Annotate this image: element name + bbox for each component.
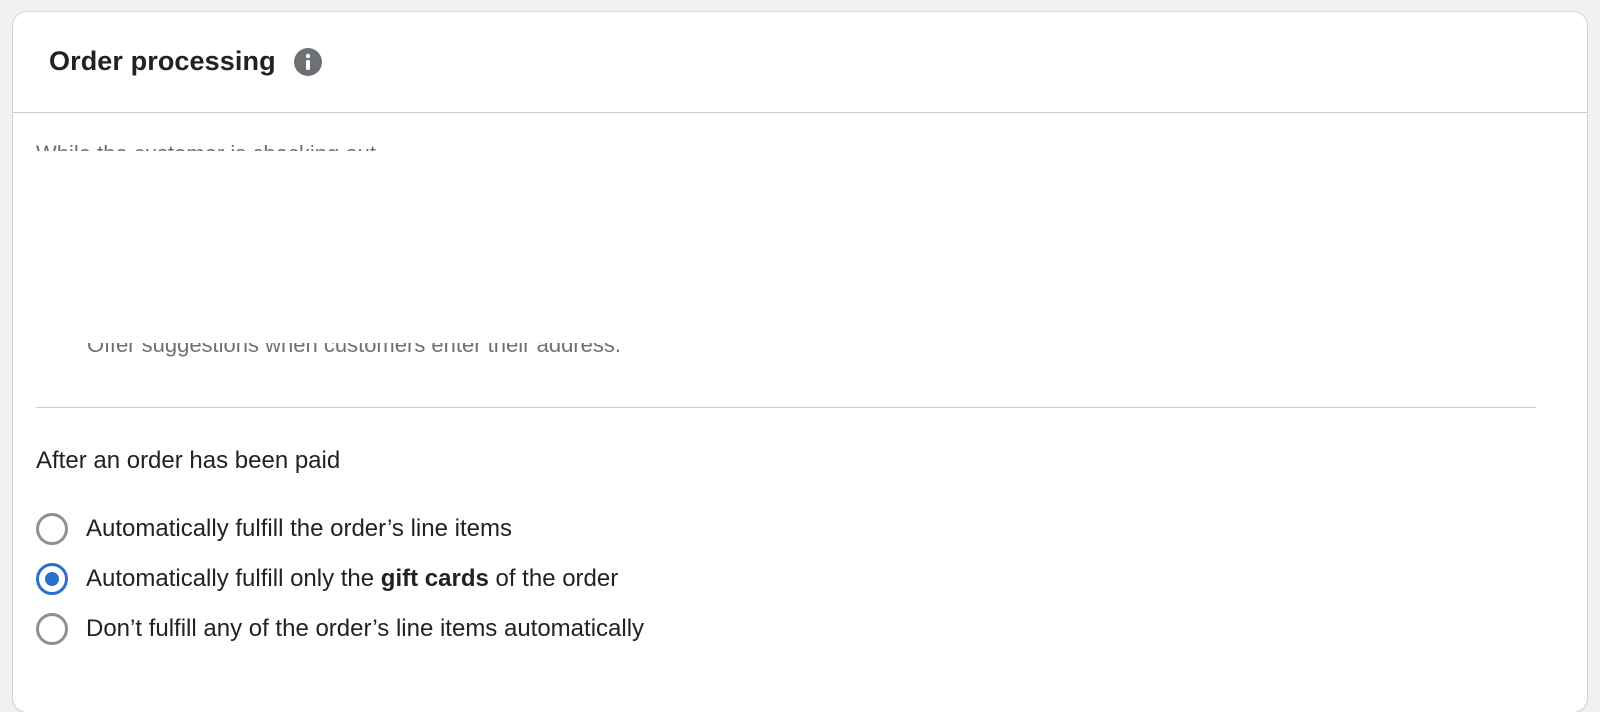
radio-button-no-auto-fulfill[interactable] bbox=[36, 613, 68, 645]
radio-label-bold: gift cards bbox=[380, 565, 489, 592]
partial-address-suggestion-text: Offer suggestions when customers enter t… bbox=[87, 343, 987, 360]
info-icon[interactable] bbox=[293, 47, 323, 77]
radio-label-fulfill-all[interactable]: Automatically fulfill the order’s line i… bbox=[86, 515, 512, 543]
radio-button-fulfill-all[interactable] bbox=[36, 513, 68, 545]
section-divider bbox=[36, 407, 1536, 408]
card-header: Order processing bbox=[13, 12, 1587, 113]
radio-option-fulfill-all[interactable]: Automatically fulfill the order’s line i… bbox=[36, 504, 644, 554]
after-paid-label: After an order has been paid bbox=[36, 447, 341, 474]
radio-label-no-auto-fulfill[interactable]: Don’t fulfill any of the order’s line it… bbox=[86, 615, 644, 643]
radio-label-fulfill-gift-cards[interactable]: Automatically fulfill only the gift card… bbox=[86, 565, 618, 593]
radio-option-fulfill-gift-cards[interactable]: Automatically fulfill only the gift card… bbox=[36, 554, 644, 604]
fulfillment-radio-group: Automatically fulfill the order’s line i… bbox=[36, 504, 644, 654]
partial-address-suggestion-content: Offer suggestions when customers enter t… bbox=[87, 343, 621, 357]
partial-intro-text-content: While the customer is checking out bbox=[36, 142, 736, 151]
partial-intro-text: While the customer is checking out bbox=[36, 142, 736, 151]
radio-option-no-auto-fulfill[interactable]: Don’t fulfill any of the order’s line it… bbox=[36, 604, 644, 654]
radio-label-prefix: Automatically fulfill only the bbox=[86, 565, 381, 592]
radio-button-fulfill-gift-cards[interactable] bbox=[36, 563, 68, 595]
card-title: Order processing bbox=[49, 45, 276, 76]
radio-label-suffix: of the order bbox=[488, 565, 619, 592]
